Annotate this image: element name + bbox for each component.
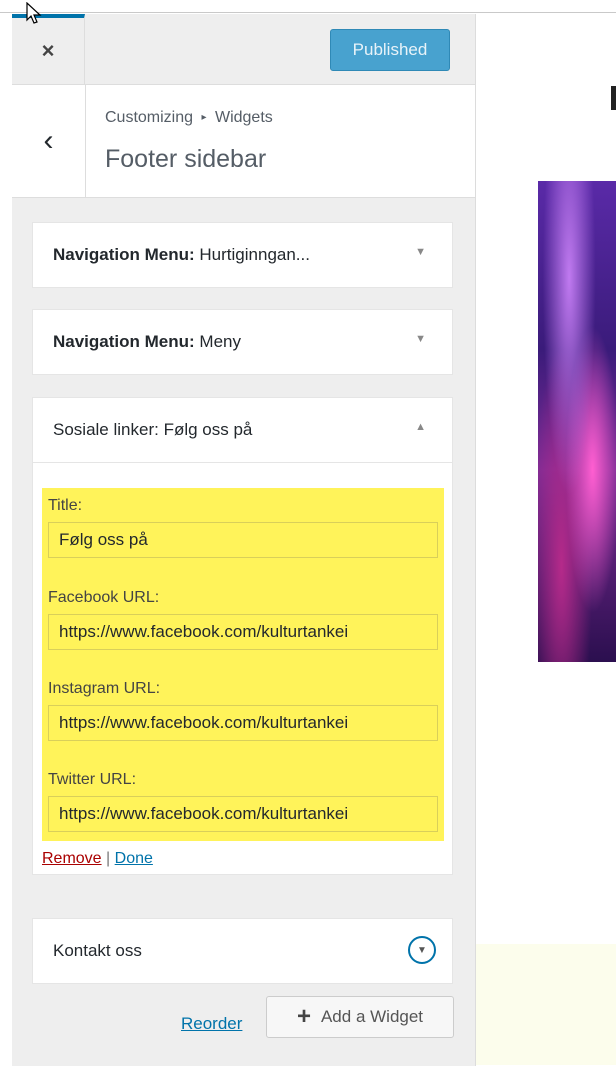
widget-header[interactable]: Sosiale linker: Følg oss på ▲ xyxy=(33,398,452,463)
expand-circle-icon[interactable]: ▼ xyxy=(408,936,436,964)
widget-header[interactable]: Navigation Menu: Hurtiginngan... ▼ xyxy=(33,223,452,287)
mouse-cursor-icon xyxy=(26,2,42,24)
add-widget-button[interactable]: + Add a Widget xyxy=(266,996,454,1038)
preview-footer-area xyxy=(476,944,616,1065)
widget-navigation-menu-hurtiginngang[interactable]: Navigation Menu: Hurtiginngan... ▼ xyxy=(32,222,453,288)
reorder-link[interactable]: Reorder xyxy=(181,1014,242,1034)
widget-navigation-menu-meny[interactable]: Navigation Menu: Meny ▼ xyxy=(32,309,453,375)
add-widget-label: Add a Widget xyxy=(320,1007,424,1026)
breadcrumb-current: Widgets xyxy=(214,109,273,126)
widget-header[interactable]: Kontakt oss ▼ xyxy=(33,919,452,983)
widget-form-highlight: Title: Følg oss på Facebook URL: https:/… xyxy=(42,488,444,841)
twitter-url-label: Twitter URL: xyxy=(48,771,137,788)
widget-header[interactable]: Navigation Menu: Meny ▼ xyxy=(33,310,452,374)
widget-kontakt-oss[interactable]: Kontakt oss ▼ xyxy=(32,918,453,984)
widget-sosiale-linker: Sosiale linker: Følg oss på ▲ Title: Føl… xyxy=(32,397,453,875)
instagram-url-label: Instagram URL: xyxy=(48,680,161,697)
expand-arrow-icon[interactable]: ▼ xyxy=(415,246,426,258)
widget-name: Følg oss på xyxy=(163,420,253,439)
breadcrumb: Customizing ▸ Widgets xyxy=(105,109,273,127)
widget-title: Navigation Menu: Meny xyxy=(53,332,241,352)
widget-name: Hurtiginngan... xyxy=(199,245,310,264)
widget-actions: Remove | Done xyxy=(42,850,153,868)
breadcrumb-separator-icon: ▸ xyxy=(201,112,207,123)
widget-type: Navigation Menu: xyxy=(53,245,195,264)
customizer-panel: × Published ‹ Customizing ▸ Widgets Foot… xyxy=(12,14,476,1066)
expand-arrow-icon[interactable]: ▼ xyxy=(415,333,426,345)
remove-link[interactable]: Remove xyxy=(42,850,102,867)
chevron-down-icon: ▼ xyxy=(417,944,427,956)
plus-icon: + xyxy=(296,1003,311,1030)
twitter-url-field[interactable]: https://www.facebook.com/kulturtankei xyxy=(48,796,438,832)
preview-concert-image xyxy=(538,181,616,662)
widget-type: Sosiale linker: xyxy=(53,420,159,439)
preview-text-fragment xyxy=(611,86,616,110)
published-button[interactable]: Published xyxy=(330,29,450,71)
facebook-url-field[interactable]: https://www.facebook.com/kulturtankei xyxy=(48,614,438,650)
widget-title: Navigation Menu: Hurtiginngan... xyxy=(53,245,310,265)
breadcrumb-parent: Customizing xyxy=(105,109,194,126)
section-title: Footer sidebar xyxy=(105,145,267,173)
done-link[interactable]: Done xyxy=(115,850,153,867)
top-divider xyxy=(0,12,616,13)
section-header: ‹ Customizing ▸ Widgets Footer sidebar xyxy=(12,85,475,198)
customizer-header: × Published xyxy=(12,14,475,85)
chevron-left-icon: ‹ xyxy=(43,124,54,157)
close-customizer-button[interactable]: × xyxy=(12,14,85,84)
widget-title: Sosiale linker: Følg oss på xyxy=(53,420,252,440)
instagram-url-field[interactable]: https://www.facebook.com/kulturtankei xyxy=(48,705,438,741)
facebook-url-label: Facebook URL: xyxy=(48,589,160,606)
widget-type: Navigation Menu: xyxy=(53,332,195,351)
back-button[interactable]: ‹ xyxy=(12,85,86,197)
widget-title: Kontakt oss xyxy=(53,941,142,960)
title-label: Title: xyxy=(48,497,83,514)
widget-name: Meny xyxy=(199,332,241,351)
actions-separator: | xyxy=(106,850,111,867)
collapse-arrow-icon[interactable]: ▲ xyxy=(415,421,426,433)
title-field[interactable]: Følg oss på xyxy=(48,522,438,558)
close-icon: × xyxy=(41,38,55,63)
